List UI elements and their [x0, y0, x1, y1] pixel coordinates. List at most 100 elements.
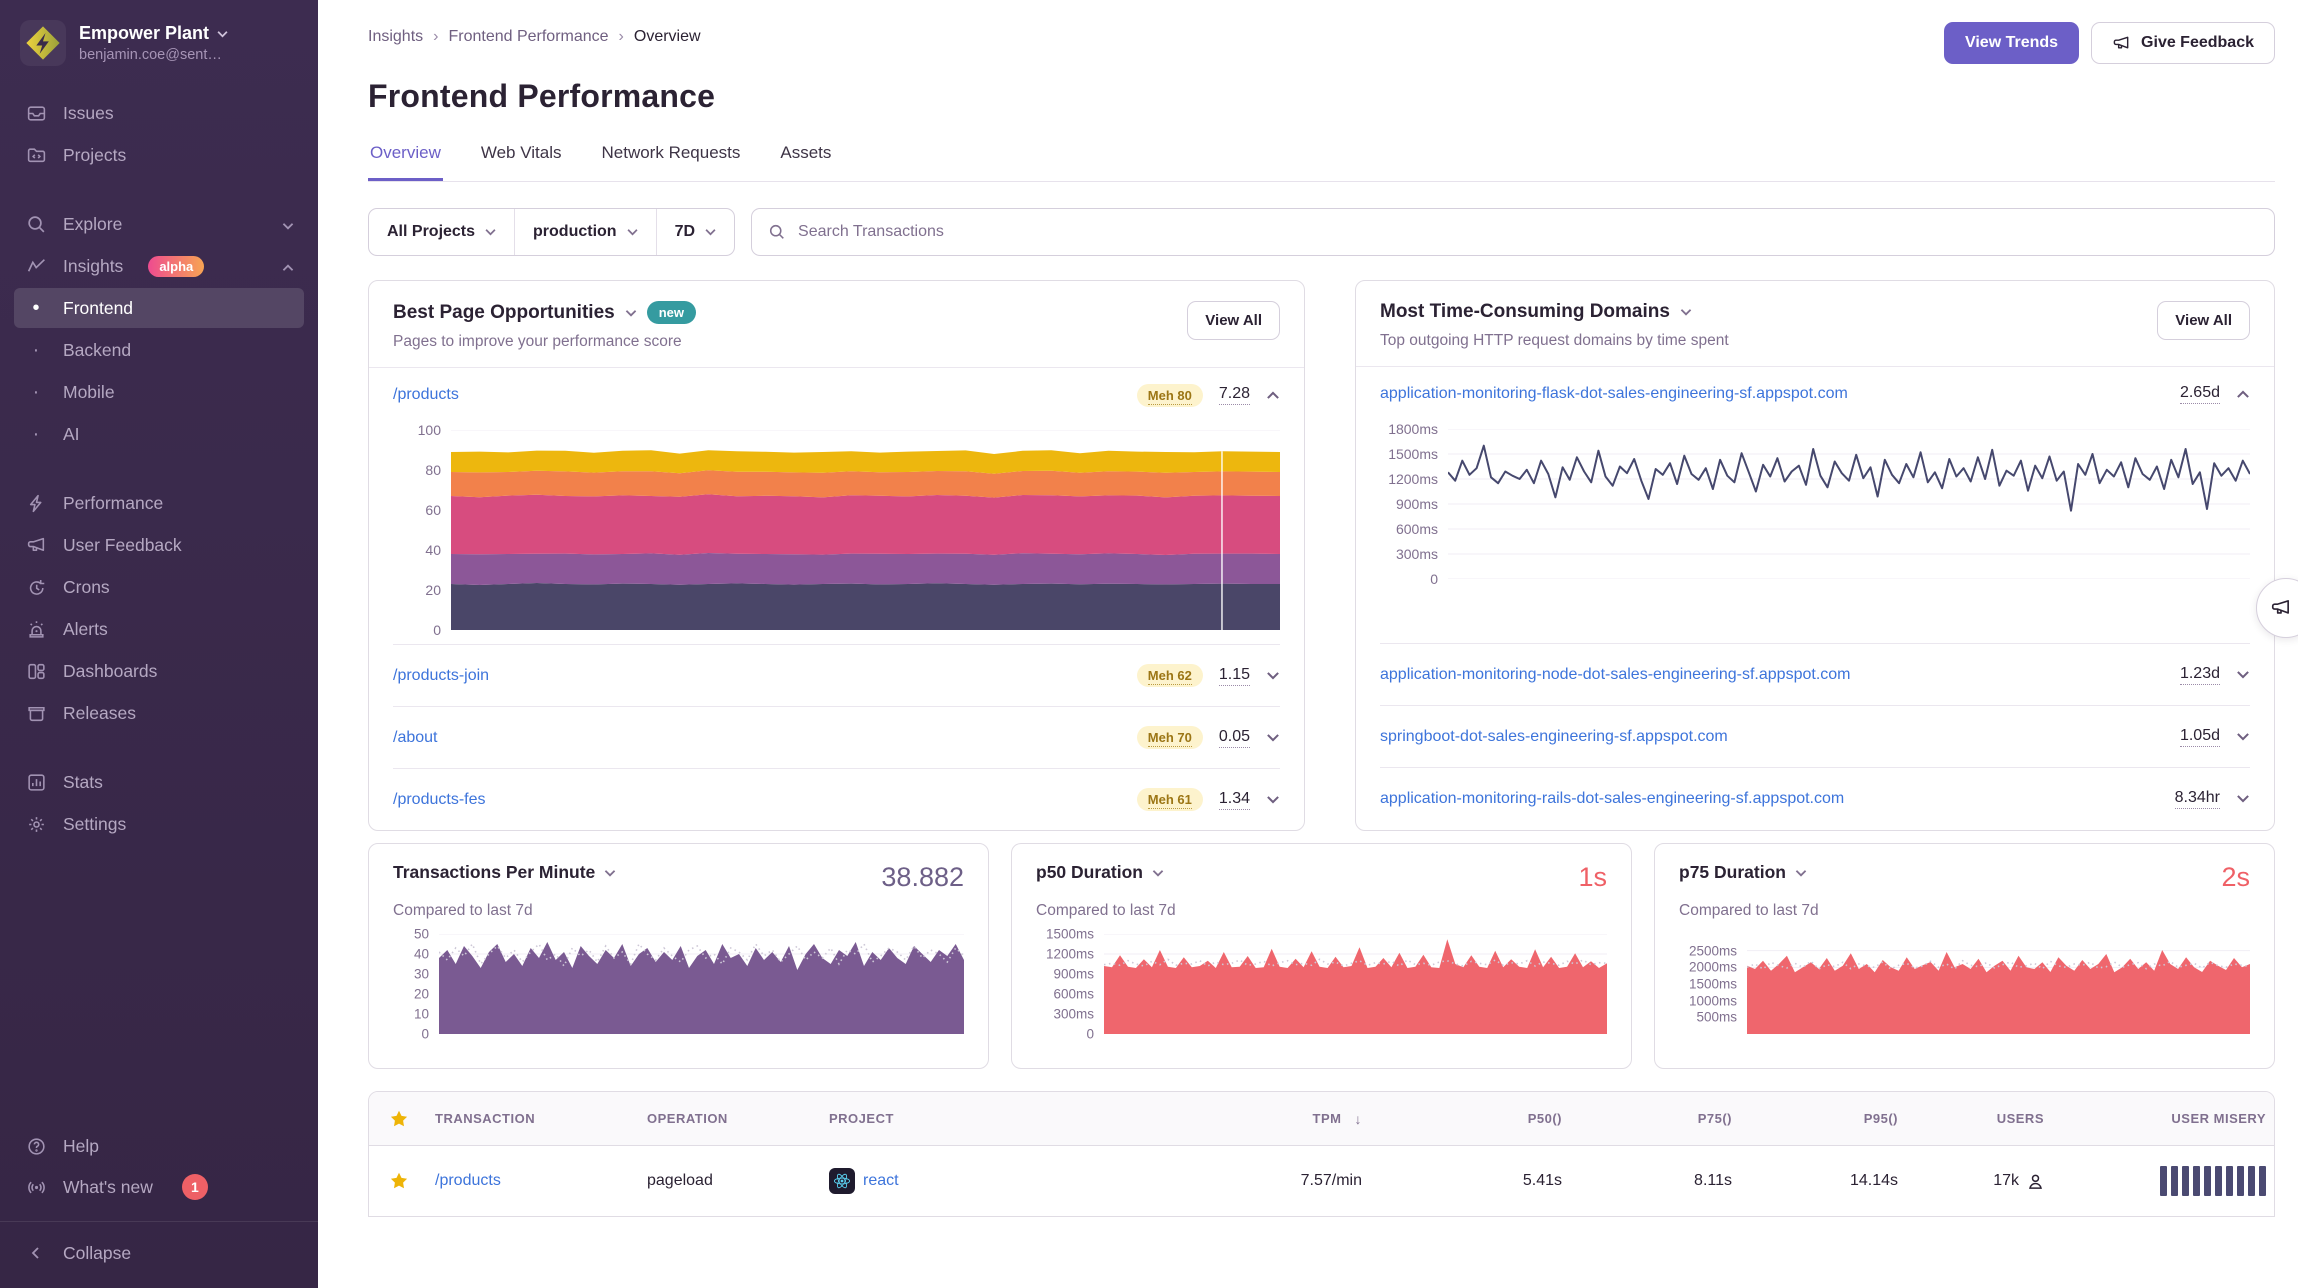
sidebar-item-backend[interactable]: · Backend: [14, 330, 304, 370]
time-spent-value: 2.65d: [2180, 384, 2220, 404]
chevron-down-icon: [627, 228, 638, 236]
bullet-icon: ·: [24, 340, 48, 360]
sidebar-item-label: Help: [63, 1136, 99, 1157]
project-filter[interactable]: All Projects: [369, 209, 514, 255]
opportunity-value: 0.05: [1219, 728, 1250, 748]
date-range-filter[interactable]: 7D: [656, 209, 734, 255]
breadcrumb-insights[interactable]: Insights: [368, 28, 423, 46]
sidebar-item-performance[interactable]: Performance: [14, 483, 304, 523]
sidebar-item-label: Projects: [63, 145, 126, 166]
tab-assets[interactable]: Assets: [778, 143, 833, 181]
sidebar-item-frontend[interactable]: • Frontend: [14, 288, 304, 328]
star-icon[interactable]: [389, 1109, 409, 1129]
domain-link[interactable]: application-monitoring-node-dot-sales-en…: [1380, 666, 1850, 684]
page-filter-bar: All Projects production 7D: [368, 208, 735, 256]
sidebar-item-help[interactable]: Help: [14, 1126, 304, 1166]
star-icon[interactable]: [389, 1171, 409, 1191]
column-header-p75[interactable]: P75(): [1570, 1111, 1740, 1126]
project-link[interactable]: react: [863, 1172, 899, 1190]
card-title[interactable]: Most Time-Consuming Domains: [1380, 301, 1670, 323]
sidebar-item-stats[interactable]: Stats: [14, 762, 304, 802]
give-feedback-button[interactable]: Give Feedback: [2091, 22, 2275, 64]
chevron-down-icon[interactable]: [1680, 308, 1692, 316]
chevron-down-icon[interactable]: [2236, 670, 2250, 679]
column-header-users[interactable]: Users: [1906, 1111, 2052, 1126]
view-all-button[interactable]: View All: [2157, 301, 2250, 340]
chevron-up-icon[interactable]: [1266, 391, 1280, 400]
react-project-icon: [829, 1168, 855, 1194]
view-trends-button[interactable]: View Trends: [1944, 22, 2079, 64]
chevron-down-icon: [705, 228, 716, 236]
sidebar-item-whats-new[interactable]: What's new 1: [14, 1167, 304, 1207]
chevron-down-icon[interactable]: [2236, 732, 2250, 741]
sidebar-item-releases[interactable]: Releases: [14, 693, 304, 733]
page-row-products-fes[interactable]: /products-fes Meh 61 1.34: [393, 768, 1280, 830]
tab-overview[interactable]: Overview: [368, 143, 443, 181]
chevron-down-icon[interactable]: [1152, 869, 1164, 877]
page-link[interactable]: /products-fes: [393, 791, 485, 809]
page-link[interactable]: /about: [393, 729, 437, 747]
chevron-down-icon[interactable]: [1266, 795, 1280, 804]
breadcrumb-frontend-performance[interactable]: Frontend Performance: [448, 28, 608, 46]
p50-cell: 5.41s: [1370, 1172, 1570, 1190]
page-row-about[interactable]: /about Meh 70 0.05: [393, 706, 1280, 768]
chevron-down-icon[interactable]: [2236, 794, 2250, 803]
column-header-operation[interactable]: Operation: [639, 1111, 821, 1126]
column-header-p95[interactable]: P95(): [1740, 1111, 1906, 1126]
search-bar[interactable]: [751, 208, 2275, 256]
sidebar-item-mobile[interactable]: · Mobile: [14, 372, 304, 412]
sidebar-item-insights[interactable]: Insights alpha: [14, 246, 304, 286]
chevron-down-icon[interactable]: [625, 309, 637, 317]
tab-network-requests[interactable]: Network Requests: [600, 143, 743, 181]
card-title[interactable]: Transactions Per Minute: [393, 862, 595, 883]
sidebar-item-projects[interactable]: Projects: [14, 135, 304, 175]
new-badge: new: [647, 301, 696, 324]
column-header-p50[interactable]: P50(): [1370, 1111, 1570, 1126]
y-axis-labels: 50403020100: [393, 934, 439, 1034]
domain-row-springboot[interactable]: springboot-dot-sales-engineering-sf.apps…: [1380, 705, 2250, 767]
sidebar-item-dashboards[interactable]: Dashboards: [14, 651, 304, 691]
org-switcher[interactable]: Empower Plant benjamin.coe@sent…: [14, 16, 304, 70]
sidebar-item-user-feedback[interactable]: User Feedback: [14, 525, 304, 565]
environment-filter[interactable]: production: [514, 209, 656, 255]
page-link[interactable]: /products: [393, 386, 459, 404]
page-link[interactable]: /products-join: [393, 667, 489, 685]
chart-plot: [439, 934, 964, 1034]
view-all-button[interactable]: View All: [1187, 301, 1280, 340]
sidebar-footer: Help What's new 1 Collapse: [14, 1125, 304, 1288]
column-header-transaction[interactable]: Transaction: [427, 1111, 639, 1126]
page-row-products-join[interactable]: /products-join Meh 62 1.15: [393, 644, 1280, 706]
chevron-up-icon[interactable]: [2236, 390, 2250, 399]
chart-plot: [1448, 429, 2250, 579]
chevron-down-icon[interactable]: [1266, 733, 1280, 742]
domain-row-flask[interactable]: application-monitoring-flask-dot-sales-e…: [1380, 367, 2250, 421]
sidebar-item-alerts[interactable]: Alerts: [14, 609, 304, 649]
p95-cell: 14.14s: [1740, 1172, 1906, 1190]
chevron-down-icon[interactable]: [1795, 869, 1807, 877]
transaction-link[interactable]: /products: [435, 1172, 501, 1190]
domain-row-rails[interactable]: application-monitoring-rails-dot-sales-e…: [1380, 767, 2250, 829]
sidebar-item-label: Settings: [63, 814, 126, 835]
card-title[interactable]: Best Page Opportunities: [393, 302, 615, 324]
card-title[interactable]: p75 Duration: [1679, 862, 1786, 883]
sidebar-item-explore[interactable]: Explore: [14, 204, 304, 244]
search-input[interactable]: [798, 223, 2258, 241]
sidebar-item-issues[interactable]: Issues: [14, 93, 304, 133]
column-header-user-misery[interactable]: User Misery: [2052, 1111, 2274, 1126]
card-title[interactable]: p50 Duration: [1036, 862, 1143, 883]
column-header-project[interactable]: Project: [821, 1111, 1190, 1126]
column-header-tpm[interactable]: TPM↓: [1190, 1111, 1370, 1127]
domain-row-node[interactable]: application-monitoring-node-dot-sales-en…: [1380, 643, 2250, 705]
sidebar-item-crons[interactable]: Crons: [14, 567, 304, 607]
table-header-row: Transaction Operation Project TPM↓ P50()…: [369, 1092, 2274, 1146]
page-row-products[interactable]: /products Meh 80 7.28: [393, 368, 1280, 422]
sidebar-item-ai[interactable]: · AI: [14, 414, 304, 454]
domain-link[interactable]: springboot-dot-sales-engineering-sf.apps…: [1380, 728, 1728, 746]
sidebar-item-settings[interactable]: Settings: [14, 804, 304, 844]
domain-link[interactable]: application-monitoring-rails-dot-sales-e…: [1380, 790, 1844, 808]
tab-web-vitals[interactable]: Web Vitals: [479, 143, 564, 181]
domain-link[interactable]: application-monitoring-flask-dot-sales-e…: [1380, 385, 1848, 403]
chevron-down-icon[interactable]: [1266, 671, 1280, 680]
sidebar-collapse-button[interactable]: Collapse: [24, 1233, 294, 1273]
chevron-down-icon[interactable]: [604, 869, 616, 877]
